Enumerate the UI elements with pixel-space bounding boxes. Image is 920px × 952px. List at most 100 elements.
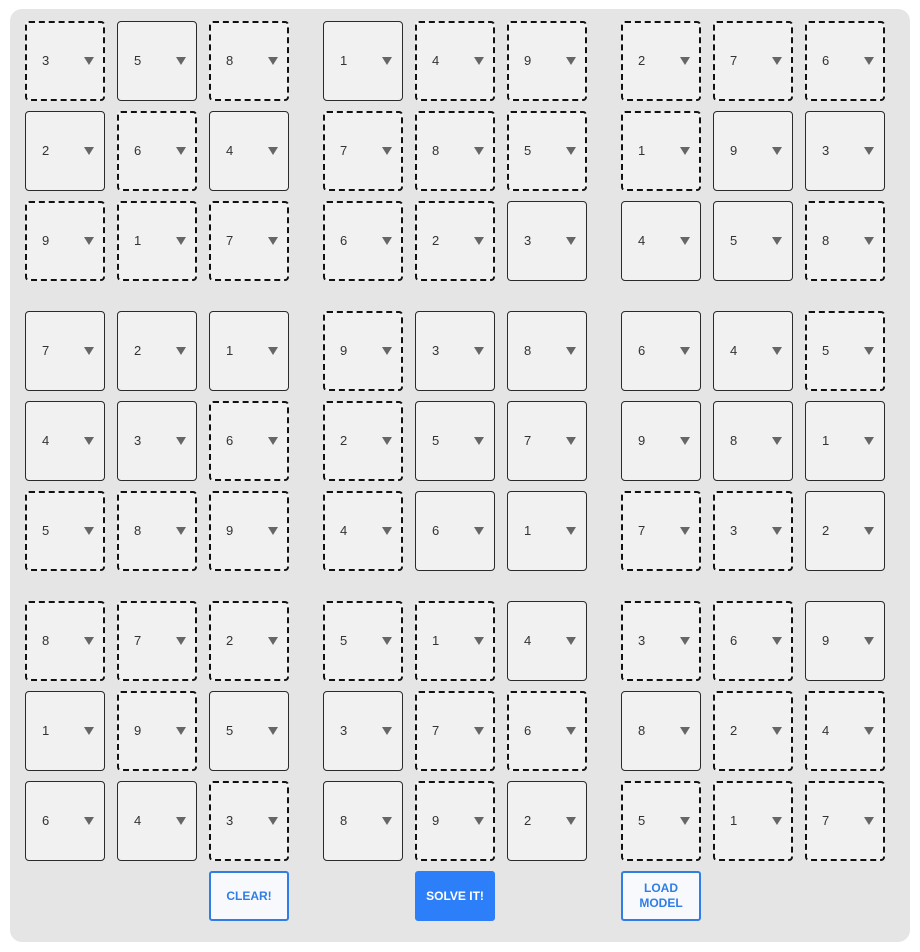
cell-select-r3c5[interactable]: 2	[415, 201, 495, 281]
cell-value: 4	[524, 633, 532, 648]
cell-select-r8c7[interactable]: 8	[621, 691, 701, 771]
cell-select-r5c5[interactable]: 5	[415, 401, 495, 481]
cell-select-r1c1[interactable]: 3	[25, 21, 105, 101]
cell-select-r2c2[interactable]: 6	[117, 111, 197, 191]
cell-select-r9c1[interactable]: 6	[25, 781, 105, 861]
cell-select-r7c1[interactable]: 8	[25, 601, 105, 681]
cell-select-r3c2[interactable]: 1	[117, 201, 197, 281]
cell-select-r1c4[interactable]: 1	[323, 21, 403, 101]
chevron-down-icon	[566, 57, 576, 65]
load-model-button[interactable]: LOAD MODEL	[621, 871, 701, 921]
cell-select-r8c9[interactable]: 4	[805, 691, 885, 771]
cell-select-r6c1[interactable]: 5	[25, 491, 105, 571]
cell-select-r8c3[interactable]: 5	[209, 691, 289, 771]
cell-select-r7c5[interactable]: 1	[415, 601, 495, 681]
cell-select-r6c3[interactable]: 9	[209, 491, 289, 571]
cell-select-r4c2[interactable]: 2	[117, 311, 197, 391]
cell-select-r3c3[interactable]: 7	[209, 201, 289, 281]
cell-value: 5	[730, 233, 738, 248]
cell-value: 1	[638, 143, 646, 158]
cell-select-r7c4[interactable]: 5	[323, 601, 403, 681]
cell-select-r1c6[interactable]: 9	[507, 21, 587, 101]
cell-select-r5c9[interactable]: 1	[805, 401, 885, 481]
cell-select-r4c6[interactable]: 8	[507, 311, 587, 391]
chevron-down-icon	[176, 437, 186, 445]
cell-select-r6c9[interactable]: 2	[805, 491, 885, 571]
cell-select-r9c4[interactable]: 8	[323, 781, 403, 861]
cell-select-r4c4[interactable]: 9	[323, 311, 403, 391]
cell-select-r8c5[interactable]: 7	[415, 691, 495, 771]
cell-select-r5c7[interactable]: 9	[621, 401, 701, 481]
cell-select-r5c3[interactable]: 6	[209, 401, 289, 481]
cell-select-r5c4[interactable]: 2	[323, 401, 403, 481]
cell-select-r2c3[interactable]: 4	[209, 111, 289, 191]
cell-select-r6c4[interactable]: 4	[323, 491, 403, 571]
cell-value: 7	[134, 633, 142, 648]
cell-select-r8c1[interactable]: 1	[25, 691, 105, 771]
cell-value: 1	[524, 523, 532, 538]
cell-select-r3c8[interactable]: 5	[713, 201, 793, 281]
cell-select-r2c4[interactable]: 7	[323, 111, 403, 191]
cell-select-r2c6[interactable]: 5	[507, 111, 587, 191]
cell-value: 9	[524, 53, 532, 68]
cell-select-r7c2[interactable]: 7	[117, 601, 197, 681]
cell-select-r4c7[interactable]: 6	[621, 311, 701, 391]
cell-select-r7c3[interactable]: 2	[209, 601, 289, 681]
cell-select-r6c2[interactable]: 8	[117, 491, 197, 571]
cell-select-r2c7[interactable]: 1	[621, 111, 701, 191]
cell-select-r1c7[interactable]: 2	[621, 21, 701, 101]
cell-select-r6c5[interactable]: 6	[415, 491, 495, 571]
cell-select-r7c6[interactable]: 4	[507, 601, 587, 681]
cell-value: 1	[432, 633, 440, 648]
cell-select-r1c2[interactable]: 5	[117, 21, 197, 101]
cell-value: 6	[42, 813, 50, 828]
cell-value: 8	[730, 433, 738, 448]
cell-select-r4c8[interactable]: 4	[713, 311, 793, 391]
cell-select-r1c5[interactable]: 4	[415, 21, 495, 101]
cell-select-r2c1[interactable]: 2	[25, 111, 105, 191]
cell-select-r5c8[interactable]: 8	[713, 401, 793, 481]
cell-select-r9c2[interactable]: 4	[117, 781, 197, 861]
solve-button[interactable]: SOLVE IT!	[415, 871, 495, 921]
cell-select-r5c6[interactable]: 7	[507, 401, 587, 481]
cell-select-r9c5[interactable]: 9	[415, 781, 495, 861]
cell-value: 2	[638, 53, 646, 68]
clear-button[interactable]: CLEAR!	[209, 871, 289, 921]
cell-select-r3c4[interactable]: 6	[323, 201, 403, 281]
cell-select-r8c4[interactable]: 3	[323, 691, 403, 771]
cell-select-r8c2[interactable]: 9	[117, 691, 197, 771]
cell-select-r9c9[interactable]: 7	[805, 781, 885, 861]
cell-select-r3c9[interactable]: 8	[805, 201, 885, 281]
cell-value: 7	[42, 343, 50, 358]
cell-value: 3	[432, 343, 440, 358]
chevron-down-icon	[566, 237, 576, 245]
cell-select-r1c9[interactable]: 6	[805, 21, 885, 101]
cell-select-r6c7[interactable]: 7	[621, 491, 701, 571]
cell-select-r4c9[interactable]: 5	[805, 311, 885, 391]
cell-select-r7c7[interactable]: 3	[621, 601, 701, 681]
cell-select-r5c2[interactable]: 3	[117, 401, 197, 481]
cell-select-r6c6[interactable]: 1	[507, 491, 587, 571]
cell-select-r3c1[interactable]: 9	[25, 201, 105, 281]
cell-select-r2c8[interactable]: 9	[713, 111, 793, 191]
cell-select-r9c6[interactable]: 2	[507, 781, 587, 861]
cell-select-r5c1[interactable]: 4	[25, 401, 105, 481]
cell-select-r1c8[interactable]: 7	[713, 21, 793, 101]
cell-select-r2c9[interactable]: 3	[805, 111, 885, 191]
cell-select-r6c8[interactable]: 3	[713, 491, 793, 571]
cell-select-r4c1[interactable]: 7	[25, 311, 105, 391]
cell-select-r8c8[interactable]: 2	[713, 691, 793, 771]
cell-select-r4c3[interactable]: 1	[209, 311, 289, 391]
cell-select-r9c7[interactable]: 5	[621, 781, 701, 861]
cell-select-r3c7[interactable]: 4	[621, 201, 701, 281]
cell-select-r9c8[interactable]: 1	[713, 781, 793, 861]
cell-select-r4c5[interactable]: 3	[415, 311, 495, 391]
cell-select-r1c3[interactable]: 8	[209, 21, 289, 101]
cell-select-r8c6[interactable]: 6	[507, 691, 587, 771]
cell-select-r7c9[interactable]: 9	[805, 601, 885, 681]
cell-value: 8	[42, 633, 50, 648]
cell-select-r7c8[interactable]: 6	[713, 601, 793, 681]
cell-select-r2c5[interactable]: 8	[415, 111, 495, 191]
cell-select-r3c6[interactable]: 3	[507, 201, 587, 281]
cell-select-r9c3[interactable]: 3	[209, 781, 289, 861]
